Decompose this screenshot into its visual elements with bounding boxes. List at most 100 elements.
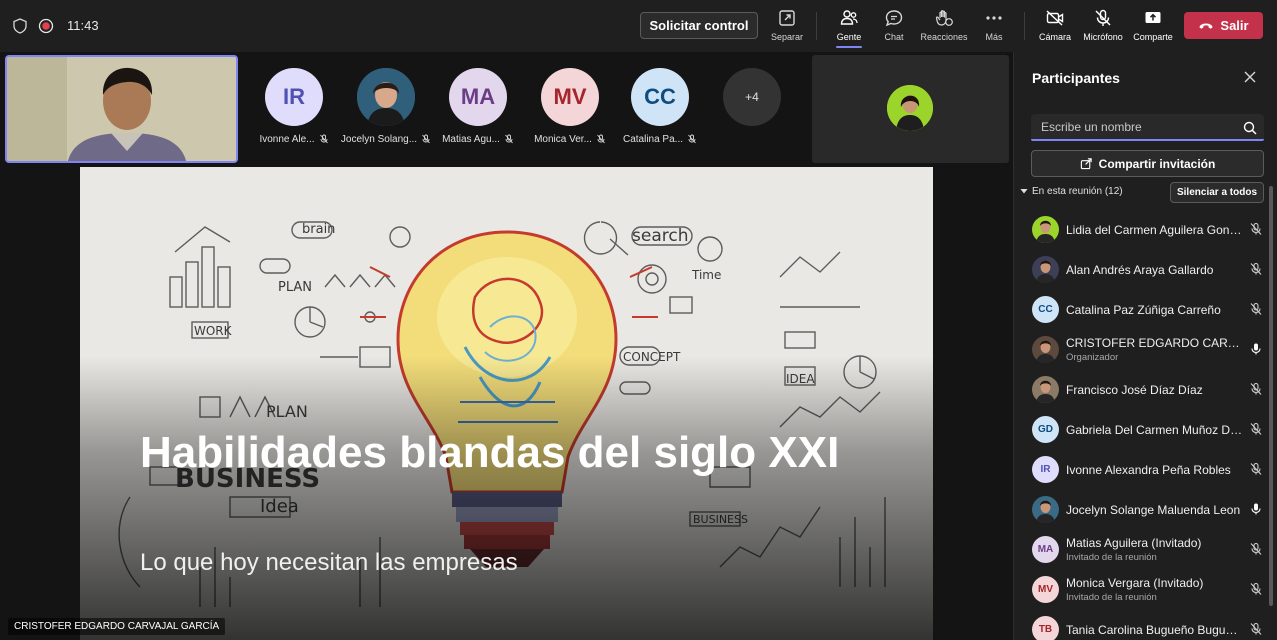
participant-tile[interactable]: Jocelyn Solang... — [340, 68, 432, 158]
participant-row[interactable]: CRISTOFER EDGARDO CARVAJA... Organizador — [1014, 330, 1277, 370]
mic-off-icon — [597, 134, 605, 144]
mic-off-icon[interactable] — [1249, 262, 1263, 276]
participant-name: Ivonne Ale... — [259, 134, 315, 145]
mic-off-icon[interactable] — [1249, 382, 1263, 396]
participants-panel: Participantes Compartir invitación En es… — [1013, 52, 1277, 640]
mic-on-icon[interactable] — [1249, 502, 1263, 516]
share-screen-icon — [1145, 12, 1161, 23]
chat-icon — [885, 10, 903, 27]
avatar: MA — [449, 68, 507, 126]
share-icon — [1080, 158, 1092, 170]
participant-row[interactable]: MA Matias Aguilera (Invitado) Invitado de … — [1014, 530, 1277, 570]
participant-name: Jocelyn Solang... — [340, 134, 418, 145]
participant-row[interactable]: MV Monica Vergara (Invitado) Invitado de l… — [1014, 570, 1277, 610]
participant-row[interactable]: IR Ivonne Alexandra Peña Robles — [1014, 450, 1277, 490]
camera-label: Cámara — [1038, 32, 1071, 42]
slide-title: Habilidades blandas del siglo XXI — [140, 428, 840, 477]
participant-row[interactable]: GD Gabriela Del Carmen Muñoz Díaz — [1014, 410, 1277, 450]
panel-scrollbar[interactable] — [1269, 186, 1273, 606]
avatar: CC — [631, 68, 689, 126]
participant-name: Alan Andrés Araya Gallardo — [1066, 263, 1214, 277]
participant-name: Monica Ver... — [534, 134, 592, 145]
participant-row[interactable]: Lidia del Carmen Aguilera Gonza... — [1014, 210, 1277, 250]
slide-subtitle: Lo que hoy necesitan las empresas — [140, 549, 518, 576]
participant-search-input[interactable] — [1031, 114, 1264, 141]
participant-row[interactable]: Alan Andrés Araya Gallardo — [1014, 250, 1277, 290]
active-speaker-tile[interactable] — [812, 55, 1009, 163]
camera-button[interactable]: Cámara — [1036, 8, 1074, 48]
close-icon[interactable] — [1242, 69, 1258, 85]
avatar-photo — [1036, 500, 1055, 523]
avatar-photo — [887, 85, 933, 131]
participant-name: CRISTOFER EDGARDO CARVAJA... — [1066, 336, 1244, 350]
share-invite-button[interactable]: Compartir invitación — [1031, 150, 1264, 177]
avatar: CC — [1032, 296, 1059, 323]
mic-on-icon[interactable] — [1249, 342, 1263, 356]
self-video-tile[interactable] — [5, 55, 238, 163]
shield-icon[interactable] — [12, 18, 28, 34]
avatar: MA — [1032, 536, 1059, 563]
search-icon[interactable] — [1243, 121, 1257, 135]
leave-label: Salir — [1220, 18, 1249, 34]
camera-off-icon — [1046, 10, 1064, 26]
mic-off-icon[interactable] — [1249, 582, 1263, 596]
mic-off-icon[interactable] — [1249, 542, 1263, 556]
in-meeting-section-toggle[interactable]: En esta reunión (12) — [1020, 186, 1123, 197]
avatar-photo — [1036, 340, 1055, 363]
separate-label: Separar — [770, 32, 804, 42]
participant-name: Catalina Paz Zúñiga Carreño — [1066, 303, 1221, 317]
microphone-label: Micrófono — [1083, 32, 1123, 42]
share-label: Comparte — [1133, 32, 1173, 42]
participant-tile[interactable]: MV Monica Ver... — [524, 68, 616, 158]
chat-label: Chat — [884, 32, 904, 42]
mic-off-icon[interactable] — [1249, 622, 1263, 636]
more-dots-icon — [986, 16, 1002, 20]
participant-name: Catalina Pa... — [622, 134, 684, 145]
participant-row[interactable]: TB Tania Carolina Bugueño Bugueño — [1014, 610, 1277, 640]
caret-down-icon — [1020, 189, 1028, 194]
mic-off-icon — [319, 134, 328, 144]
people-button[interactable]: Gente — [830, 8, 868, 48]
mic-off-icon — [1095, 9, 1111, 26]
leave-button[interactable]: Salir — [1184, 12, 1263, 39]
participant-row[interactable]: Francisco José Díaz Díaz — [1014, 370, 1277, 410]
mute-all-button[interactable]: Silenciar a todos — [1170, 182, 1264, 203]
toolbar-divider — [816, 12, 817, 40]
avatar — [1032, 336, 1059, 363]
avatar: IR — [1032, 456, 1059, 483]
pop-out-icon — [779, 10, 795, 26]
people-icon — [840, 10, 858, 25]
avatar-photo — [1036, 380, 1055, 403]
mic-off-icon[interactable] — [1249, 222, 1263, 236]
avatar-initials: CC — [1038, 304, 1053, 315]
request-control-button[interactable]: Solicitar control — [640, 12, 758, 39]
more-options-button[interactable]: Más — [980, 8, 1008, 48]
more-label: Más — [985, 32, 1003, 42]
avatar: MV — [1032, 576, 1059, 603]
chat-button[interactable]: Chat — [878, 8, 910, 48]
participant-row[interactable]: CC Catalina Paz Zúñiga Carreño — [1014, 290, 1277, 330]
avatar — [1032, 496, 1059, 523]
separate-button[interactable]: Separar — [769, 8, 805, 48]
microphone-button[interactable]: Micrófono — [1080, 8, 1126, 48]
participant-name: Ivonne Alexandra Peña Robles — [1066, 463, 1231, 477]
avatar: IR — [265, 68, 323, 126]
reactions-button[interactable]: Reacciones — [920, 8, 968, 48]
avatar — [1032, 216, 1059, 243]
presenter-name-tag: CRISTOFER EDGARDO CARVAJAL GARCÍA — [8, 618, 226, 635]
mic-off-icon[interactable] — [1249, 422, 1263, 436]
participant-row[interactable]: Jocelyn Solange Maluenda Leon — [1014, 490, 1277, 530]
participant-name: Francisco José Díaz Díaz — [1066, 383, 1203, 397]
mic-off-icon — [688, 134, 696, 144]
participant-tile[interactable]: CC Catalina Pa... — [614, 68, 706, 158]
participant-tile[interactable]: IR Ivonne Ale... — [248, 68, 340, 158]
participant-name: Matias Agu... — [442, 134, 500, 145]
share-button[interactable]: Comparte — [1132, 8, 1174, 48]
more-participants-button[interactable]: +4 — [723, 68, 781, 126]
shared-presentation[interactable]: brain PLAN WORK search Time CONCEPT IDEA… — [80, 167, 933, 640]
mic-off-icon[interactable] — [1249, 462, 1263, 476]
participant-role: Organizador — [1066, 352, 1119, 363]
participant-name: Gabriela Del Carmen Muñoz Díaz — [1066, 423, 1244, 437]
mic-off-icon[interactable] — [1249, 302, 1263, 316]
participant-tile[interactable]: MA Matias Agu... — [432, 68, 524, 158]
